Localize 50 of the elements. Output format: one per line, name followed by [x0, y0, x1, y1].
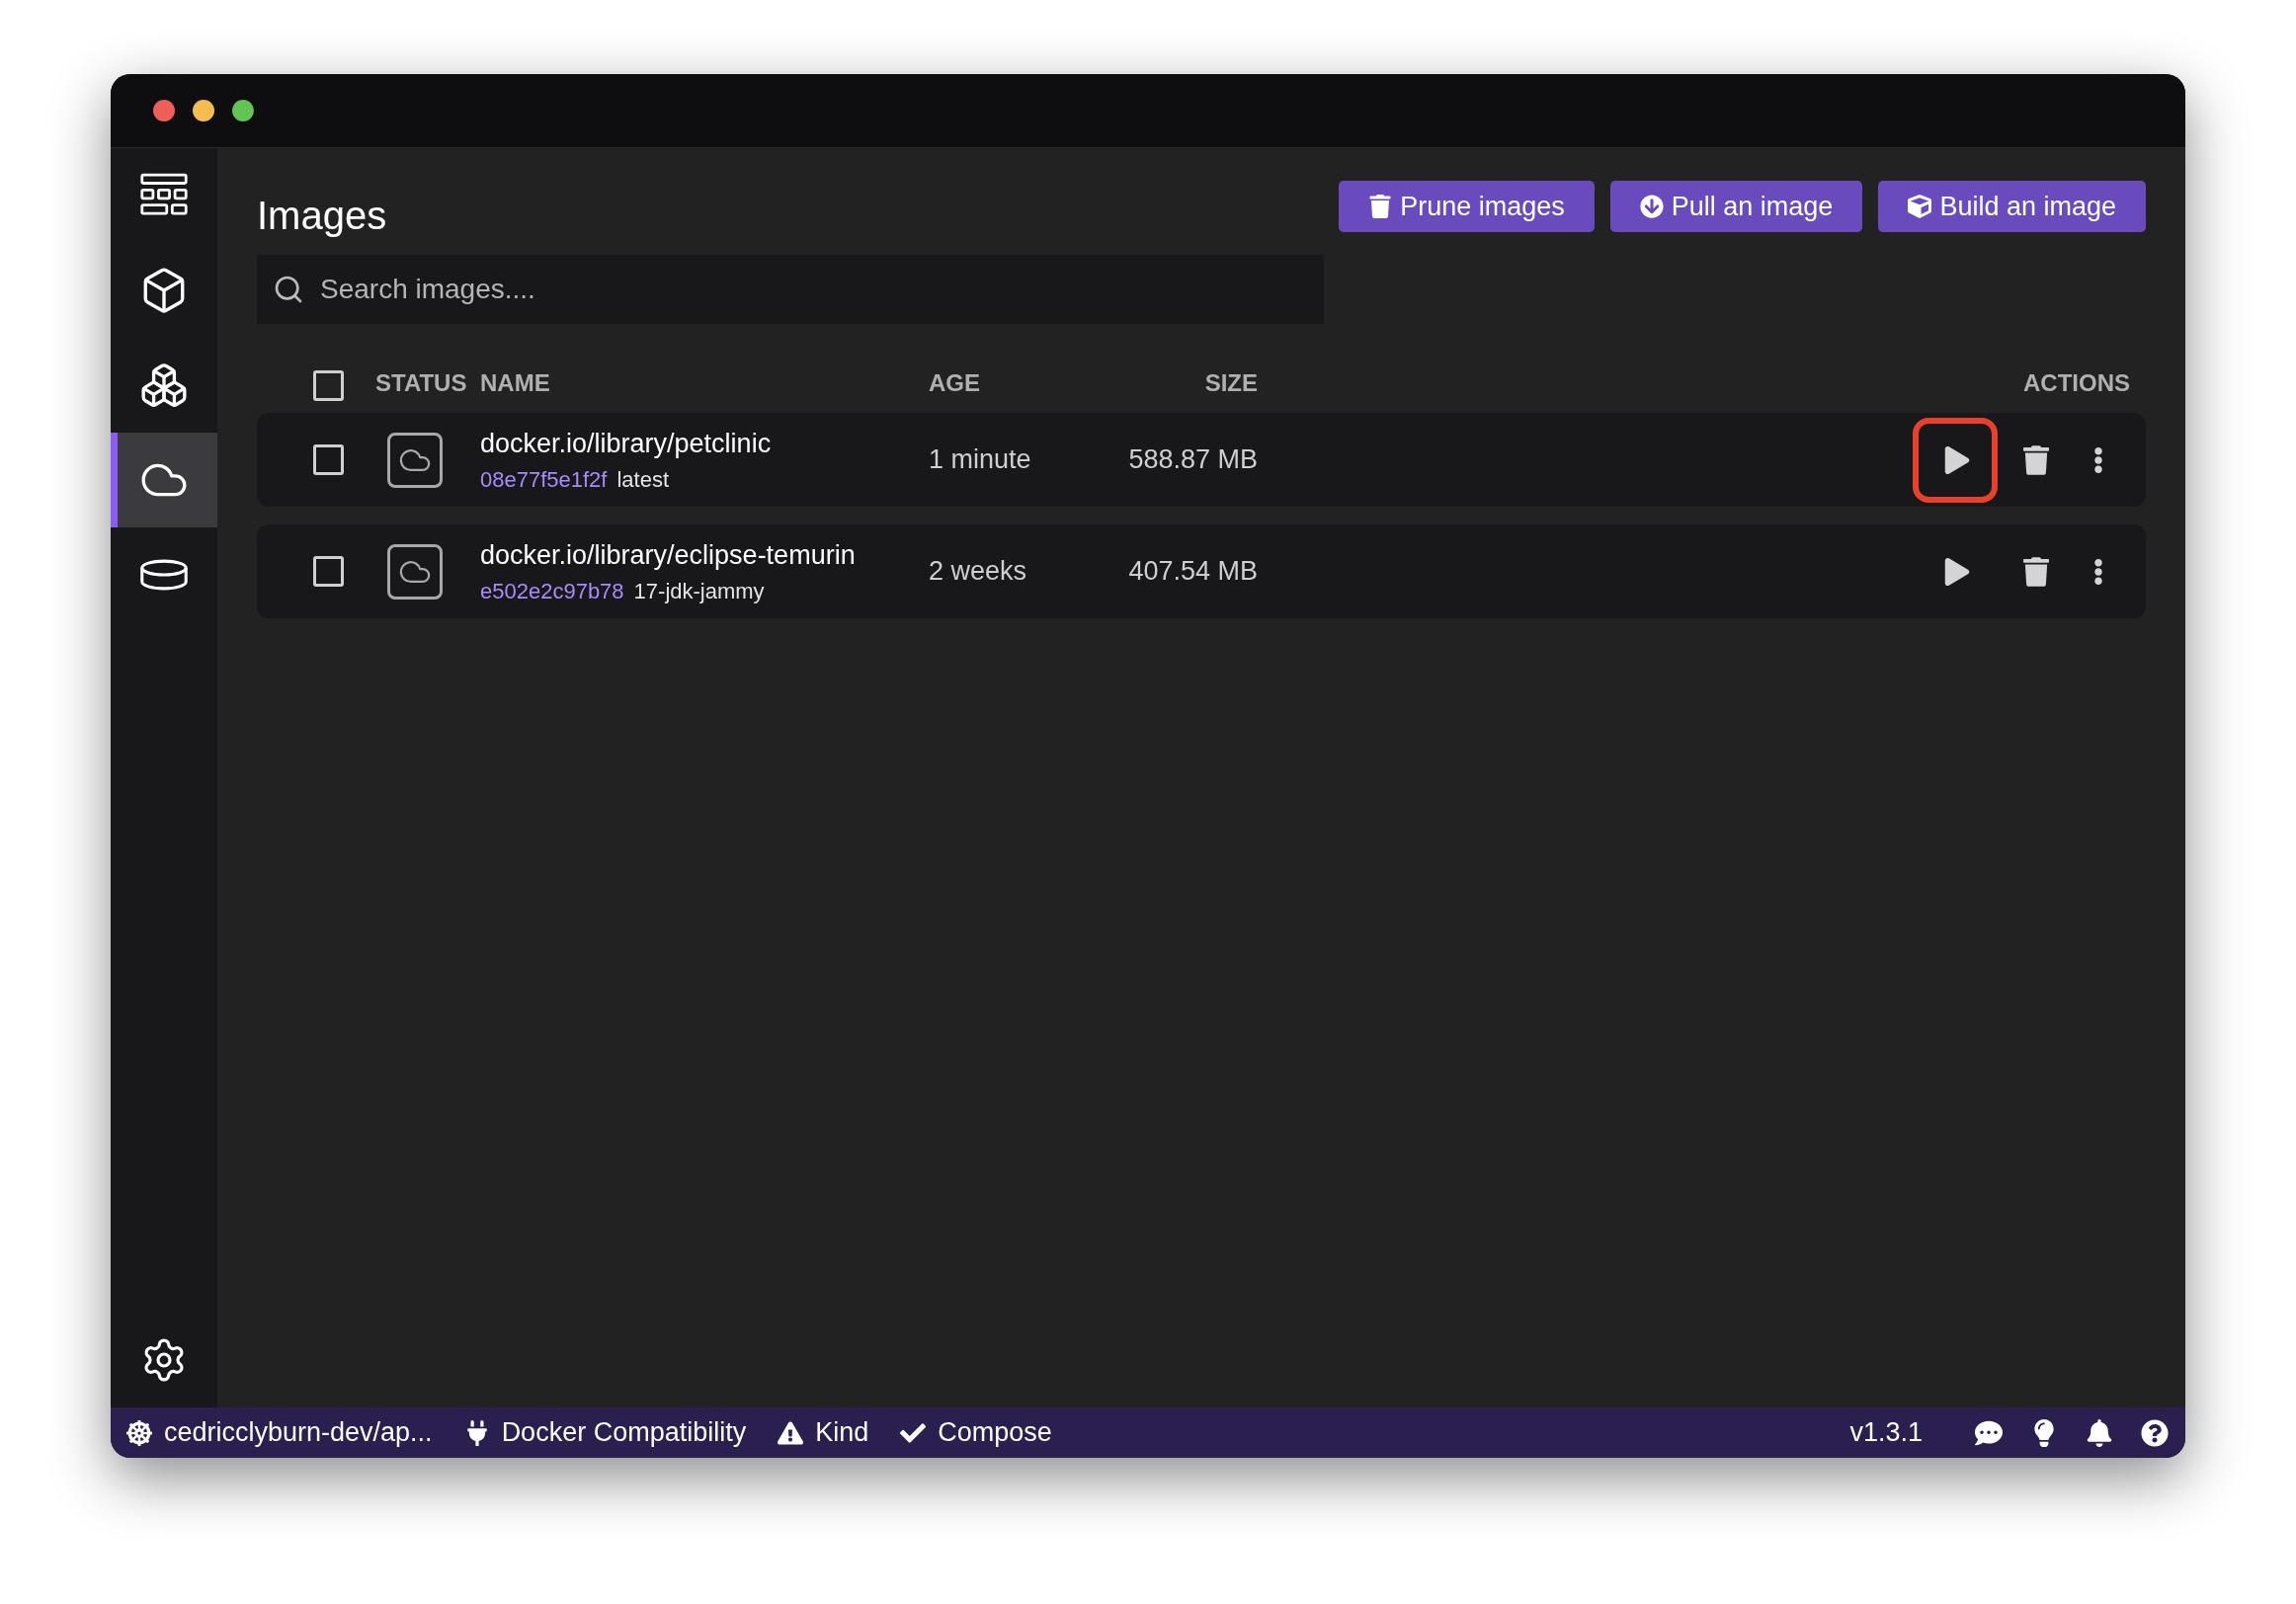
window-control-button[interactable] — [232, 100, 254, 121]
bell-icon — [2086, 1418, 2113, 1447]
warning-icon — [778, 1419, 804, 1446]
trash-icon — [1368, 195, 1393, 218]
wheel-icon — [126, 1419, 152, 1446]
play-icon — [1944, 557, 1970, 586]
image-name: docker.io/library/petclinic — [480, 427, 773, 460]
image-tag: 17-jdk-jammy — [633, 575, 765, 608]
play-icon — [1944, 445, 1970, 474]
image-id: 08e77f5e1f2f — [480, 466, 608, 495]
page-title: Images — [257, 193, 387, 239]
kebab-icon — [2093, 557, 2103, 586]
prune-button[interactable]: Prune images — [1339, 181, 1595, 232]
search-field[interactable]: Search images.... — [257, 255, 1324, 324]
cubes-icon — [139, 361, 189, 410]
help-icon — [2141, 1418, 2169, 1447]
image-tag: latest — [616, 463, 670, 497]
window-control-button[interactable] — [153, 100, 175, 121]
notifications-button[interactable] — [2085, 1417, 2114, 1448]
checkbox[interactable] — [313, 370, 344, 401]
checkbox[interactable] — [313, 556, 344, 587]
run-button[interactable] — [1913, 417, 1998, 503]
search-icon — [273, 274, 304, 305]
pull-button[interactable]: Pull an image — [1609, 181, 1863, 232]
column-header: ACTIONS — [2023, 368, 2131, 398]
kebab-icon — [2093, 445, 2103, 474]
trash-icon — [2023, 556, 2049, 587]
build-button[interactable]: Build an image — [1878, 181, 2146, 232]
cube-icon — [1908, 195, 1932, 218]
help-button[interactable] — [2140, 1417, 2170, 1448]
version-label: v1.3.1 — [1849, 1416, 1923, 1450]
trash-icon — [2023, 444, 2049, 475]
checkbox[interactable] — [313, 444, 344, 475]
column-header: AGE — [929, 368, 981, 398]
status-item[interactable]: Compose — [938, 1412, 1052, 1453]
image-name: docker.io/library/eclipse-temurin — [480, 538, 857, 572]
image-id: e502e2c97b78 — [480, 578, 624, 606]
window-control-button[interactable] — [193, 100, 214, 121]
image-size: 407.54 MB — [1127, 555, 1258, 589]
status-item[interactable]: Kind — [815, 1412, 869, 1453]
sidebar-item[interactable] — [111, 433, 217, 527]
column-header: STATUS — [375, 368, 468, 398]
column-header: SIZE — [1203, 368, 1258, 398]
chat-icon — [1975, 1418, 2003, 1447]
status-item[interactable]: Docker Compatibility — [501, 1412, 747, 1453]
column-header: NAME — [480, 368, 551, 398]
download-icon — [1639, 195, 1664, 218]
image-size: 588.87 MB — [1127, 443, 1258, 477]
status-item[interactable]: cedricclyburn-dev/ap... — [164, 1412, 433, 1453]
image-age: 2 weeks — [929, 555, 1027, 589]
